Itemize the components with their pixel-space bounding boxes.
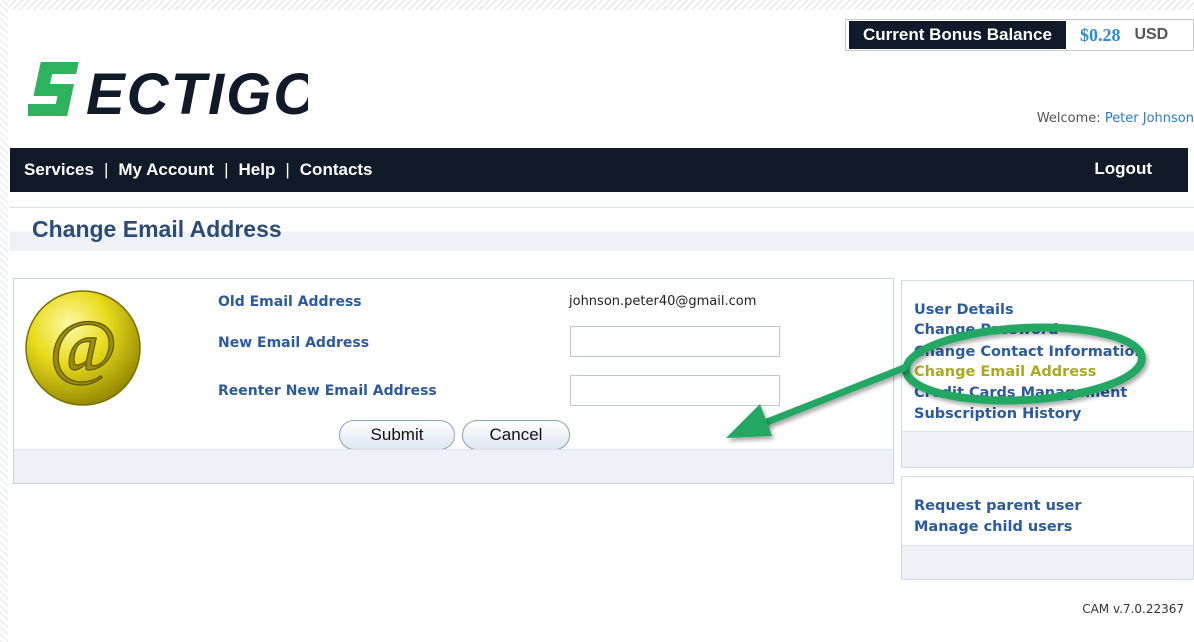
- page-title-bar: Change Email Address: [10, 207, 1194, 251]
- side-link-subscription-history[interactable]: Subscription History: [914, 406, 1081, 422]
- nav-my-account[interactable]: My Account: [118, 160, 214, 180]
- old-email-value: johnson.peter40@gmail.com: [569, 294, 757, 309]
- bonus-balance-label: Current Bonus Balance: [849, 21, 1066, 49]
- side-link-change-contact-info[interactable]: Change Contact Information: [914, 344, 1145, 360]
- old-email-label: Old Email Address: [218, 294, 362, 310]
- welcome-prefix: Welcome:: [1036, 111, 1105, 126]
- nav-help[interactable]: Help: [239, 160, 276, 180]
- nav-separator: |: [224, 160, 229, 179]
- welcome-user-link[interactable]: Peter Johnson: [1105, 111, 1194, 126]
- side-link-request-parent[interactable]: Request parent user: [914, 498, 1082, 514]
- welcome-text: Welcome: Peter Johnson: [1037, 111, 1194, 126]
- nav-separator: |: [103, 160, 109, 179]
- nav-contacts[interactable]: Contacts: [300, 160, 373, 180]
- logout-link[interactable]: Logout: [1094, 159, 1152, 179]
- user-links-panel: Request parent user Manage child users: [901, 476, 1194, 580]
- page-title: Change Email Address: [32, 216, 282, 242]
- reenter-email-input[interactable]: [570, 375, 780, 406]
- user-links-footer: [902, 545, 1193, 579]
- reenter-email-label: Reenter New Email Address: [218, 383, 437, 399]
- submit-button[interactable]: Submit: [339, 420, 455, 450]
- side-link-credit-cards[interactable]: Credit Cards Management: [914, 385, 1127, 401]
- side-link-manage-children[interactable]: Manage child users: [914, 519, 1072, 535]
- form-footer: [14, 449, 893, 483]
- side-link-user-details[interactable]: User Details: [914, 302, 1014, 318]
- main-nav: Services | My Account | Help | Contacts …: [10, 148, 1188, 192]
- top-border: [0, 0, 1194, 10]
- new-email-label: New Email Address: [218, 335, 370, 351]
- svg-text:@: @: [49, 306, 117, 388]
- left-border: [0, 0, 8, 642]
- bonus-balance-currency: USD: [1134, 26, 1169, 43]
- new-email-input[interactable]: [570, 326, 780, 357]
- cancel-button[interactable]: Cancel: [462, 420, 570, 450]
- bonus-balance-value: $0.28: [1079, 24, 1121, 45]
- bonus-balance-box: Current Bonus Balance $0.28 USD: [845, 19, 1194, 51]
- email-at-icon: @: [25, 290, 141, 406]
- nav-separator: |: [285, 160, 290, 179]
- sectigo-logo: ECTIGO: [28, 62, 308, 122]
- change-email-form: @ Old Email Address johnson.peter40@gmai…: [13, 278, 894, 484]
- version-text: CAM v.7.0.22367: [1082, 602, 1184, 616]
- svg-text:ECTIGO: ECTIGO: [86, 62, 308, 122]
- account-links-panel: User Details Change Password Change Cont…: [901, 280, 1194, 468]
- side-link-change-password[interactable]: Change Password: [914, 322, 1059, 338]
- nav-services[interactable]: Services: [24, 160, 94, 180]
- side-link-change-email[interactable]: Change Email Address: [914, 364, 1096, 380]
- account-links-footer: [902, 431, 1193, 467]
